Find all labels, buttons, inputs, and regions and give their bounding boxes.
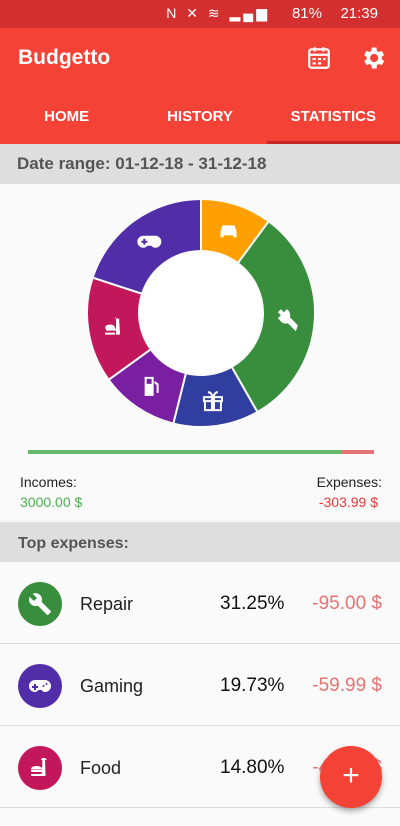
top-expenses-header: Top expenses:: [0, 522, 400, 562]
calendar-icon[interactable]: [306, 45, 332, 71]
expense-percent: 14.80%: [220, 757, 285, 778]
expense-percent: 19.73%: [220, 675, 285, 696]
app-bar: Budgetto: [0, 28, 400, 90]
plus-icon: +: [342, 759, 360, 792]
statistics-chart-area: Incomes: 3000.00 $ Expenses: -303.99 $: [0, 184, 400, 520]
balance-bar: [28, 450, 374, 454]
clock: 21:39: [340, 5, 378, 22]
income-bar: [28, 450, 343, 454]
donut-hole: [140, 252, 262, 374]
incomes-label: Incomes:: [20, 474, 77, 490]
settings-gear-icon[interactable]: [359, 44, 387, 72]
tab-history[interactable]: HISTORY: [133, 90, 266, 144]
wrench-icon: [28, 593, 51, 615]
expense-name: Repair: [80, 594, 134, 614]
food-icon: [31, 758, 47, 776]
status-icons: N ✕ ≋ ▂▄▆: [166, 5, 270, 21]
expenses-donut-chart: [86, 197, 316, 428]
repair-category-badge: [18, 582, 62, 626]
battery-level: 81%: [291, 5, 322, 22]
tab-statistics[interactable]: STATISTICS: [266, 90, 400, 144]
expense-name: Food: [80, 758, 122, 778]
date-range[interactable]: Date range: 01-12-18 - 31-12-18: [0, 144, 400, 184]
expense-percent: 31.25%: [220, 593, 285, 614]
status-bar: N ✕ ≋ ▂▄▆ 81% 21:39: [0, 0, 400, 28]
food-category-badge: [18, 746, 62, 790]
app-title: Budgetto: [18, 46, 111, 69]
expenses-label: Expenses:: [316, 474, 382, 490]
expenses-value: -303.99 $: [318, 494, 378, 510]
tab-bar: HOME HISTORY STATISTICS: [0, 90, 400, 144]
expense-bar: [342, 450, 374, 454]
add-expense-button[interactable]: +: [320, 746, 382, 808]
tab-home[interactable]: HOME: [0, 90, 133, 144]
gamepad-icon: [29, 680, 51, 692]
list-item[interactable]: Repair 31.25% -95.00 $: [0, 562, 400, 644]
gaming-category-badge: [18, 664, 62, 708]
list-item[interactable]: Gaming 19.73% -59.99 $: [0, 644, 400, 726]
incomes-value: 3000.00 $: [20, 494, 83, 510]
expense-name: Gaming: [80, 676, 144, 696]
expense-amount: -95.00 $: [312, 593, 382, 614]
expense-amount: -59.99 $: [312, 675, 382, 696]
